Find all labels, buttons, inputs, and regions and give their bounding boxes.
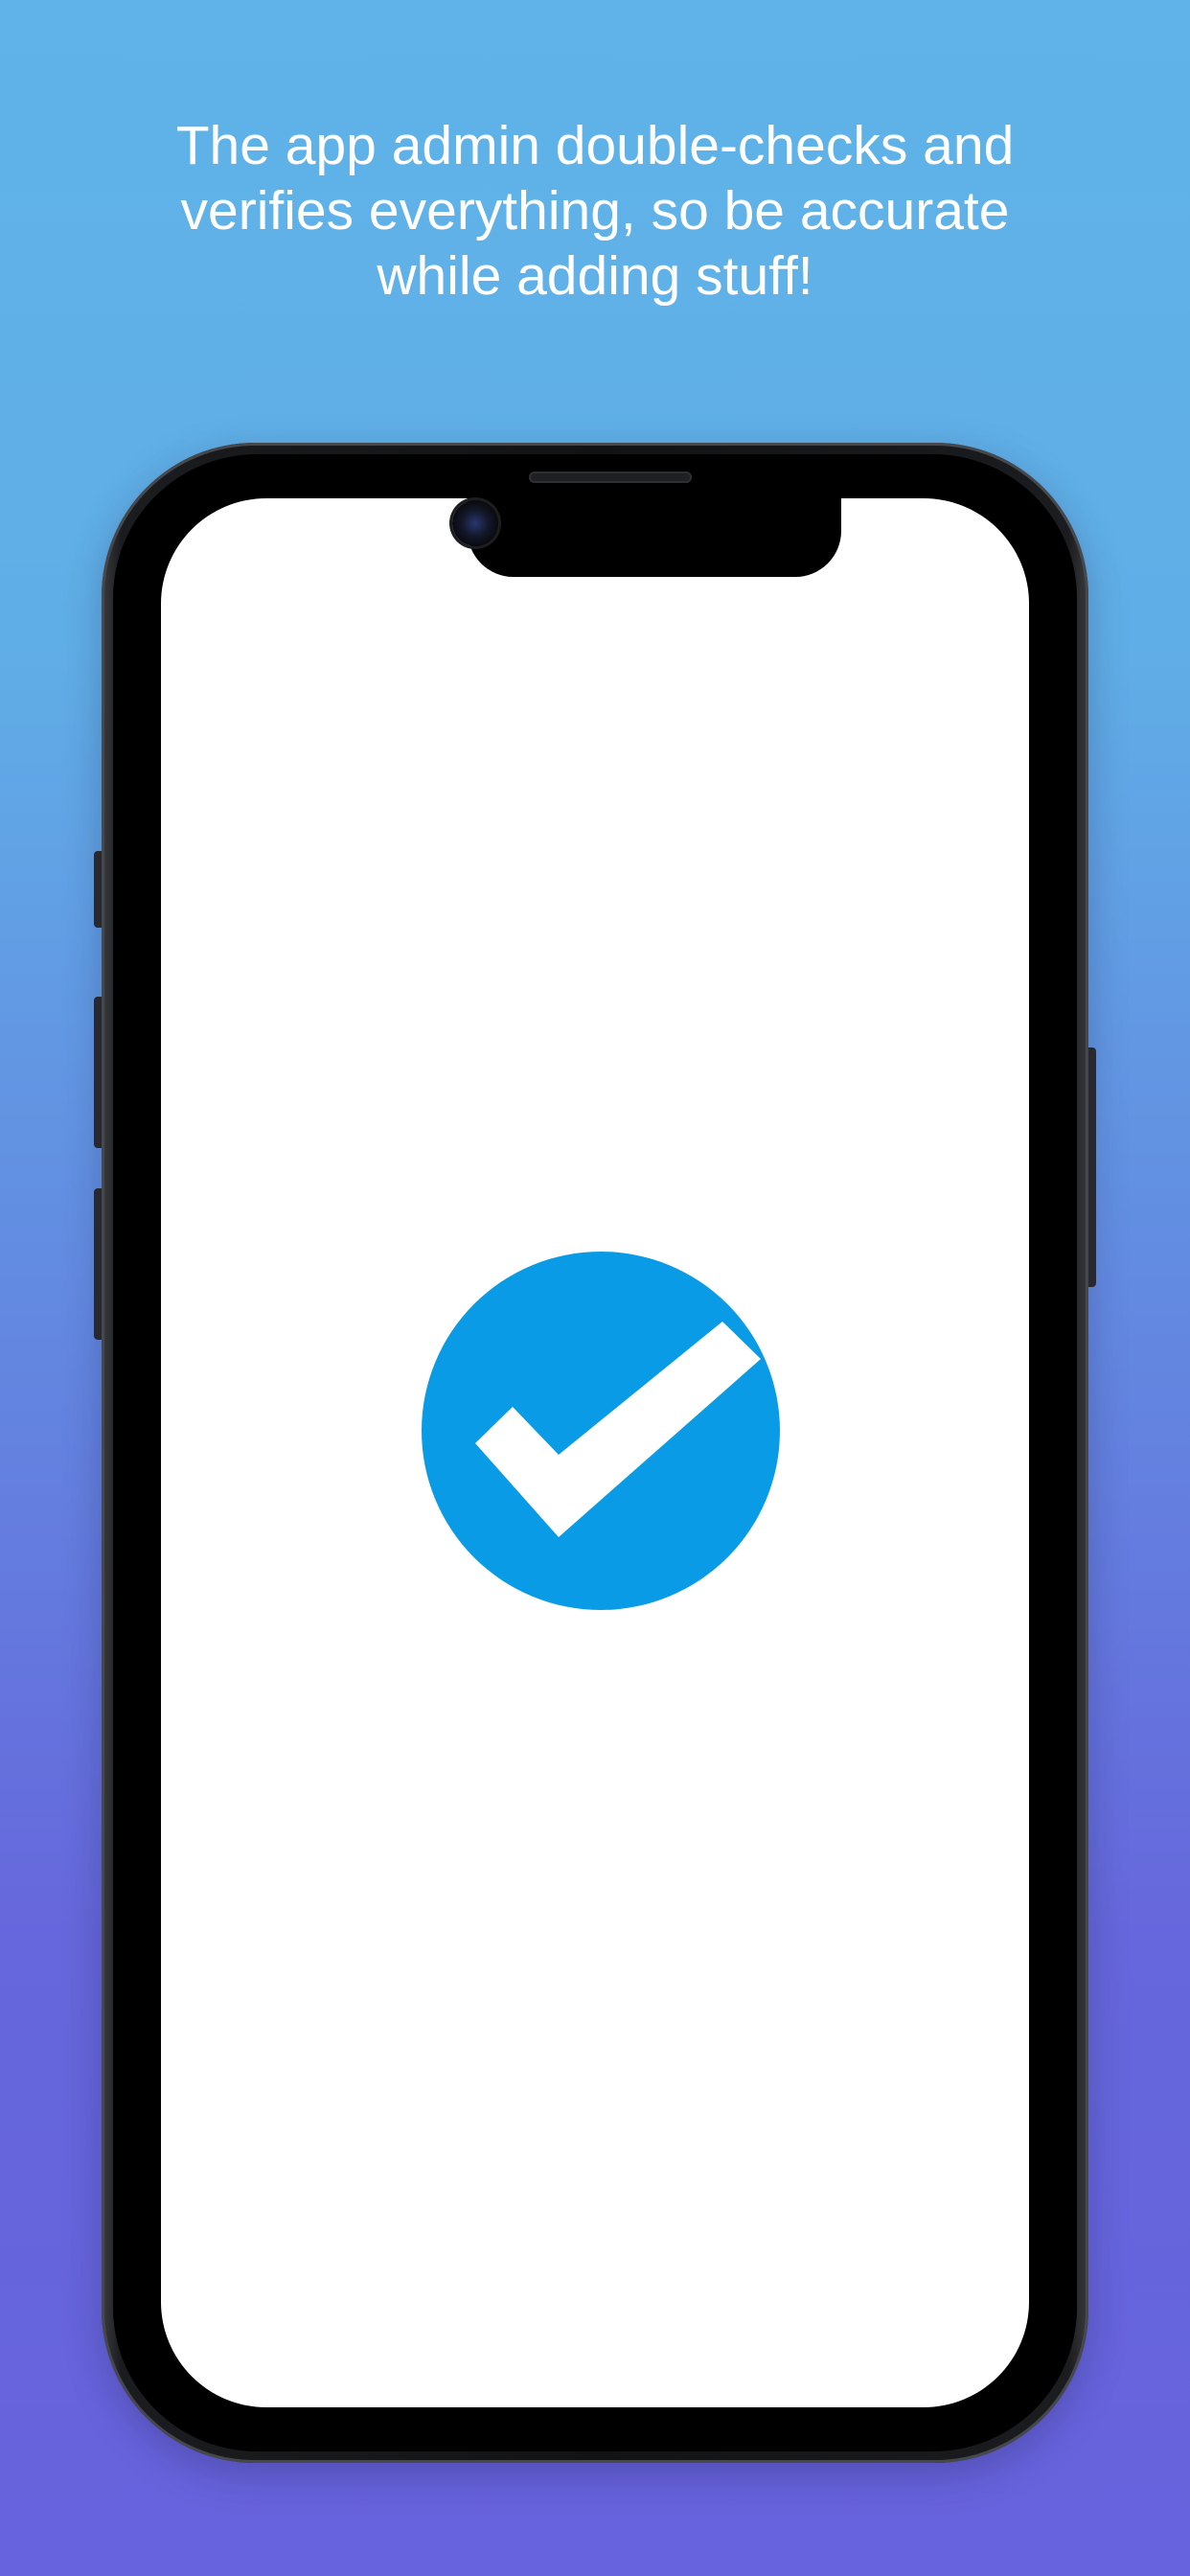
phone-mockup bbox=[102, 443, 1088, 2463]
earpiece-speaker bbox=[529, 472, 692, 483]
verified-checkmark-icon bbox=[422, 1252, 780, 1610]
headline-text: The app admin double-checks and verifies… bbox=[175, 115, 1015, 307]
front-camera-icon bbox=[452, 500, 498, 546]
phone-bezel bbox=[113, 454, 1077, 2451]
notch bbox=[468, 498, 841, 577]
phone-screen bbox=[161, 498, 1029, 2407]
